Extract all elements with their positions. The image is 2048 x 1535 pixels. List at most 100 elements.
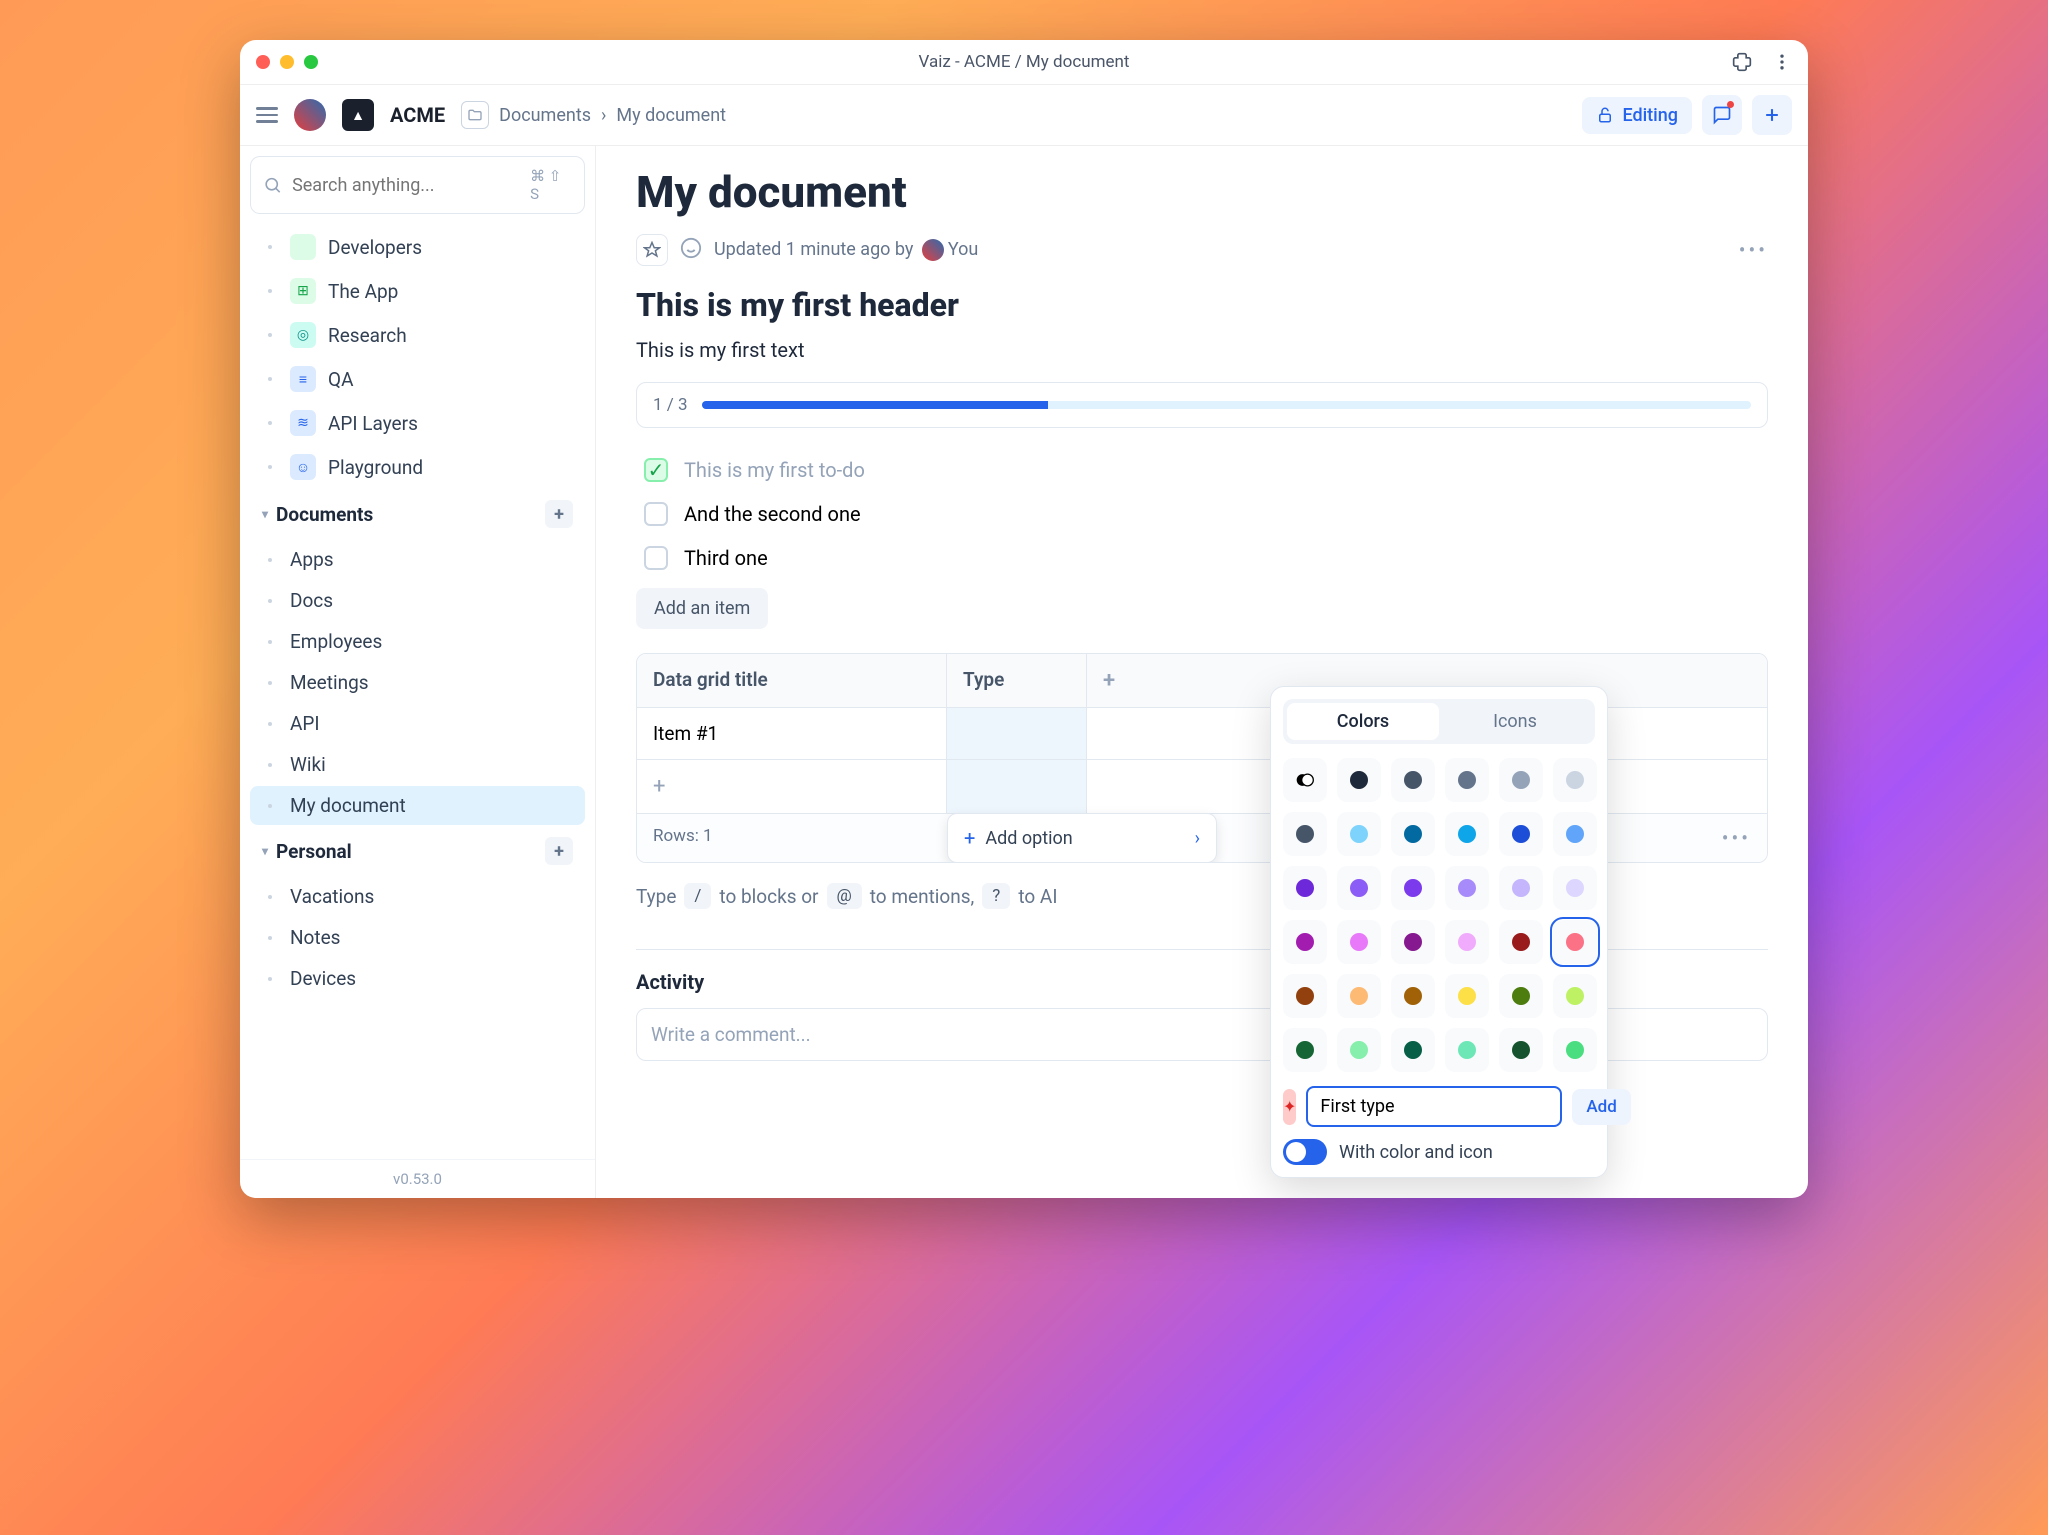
add-row-button[interactable]: + — [637, 760, 947, 813]
color-swatch[interactable] — [1445, 974, 1489, 1018]
breadcrumb-root[interactable]: Documents — [499, 105, 591, 126]
color-swatch[interactable] — [1283, 812, 1327, 856]
color-swatch[interactable] — [1553, 974, 1597, 1018]
folder-icon[interactable] — [461, 101, 489, 129]
grid-cell[interactable]: Item #1 — [637, 708, 947, 759]
sidebar-item[interactable]: Apps — [250, 540, 585, 579]
breadcrumb-current[interactable]: My document — [616, 105, 726, 126]
emoji-button[interactable] — [680, 237, 702, 263]
sidebar-item[interactable]: ☺Playground — [250, 446, 585, 488]
sidebar-item[interactable]: API — [250, 704, 585, 743]
minimize-window[interactable] — [280, 55, 294, 69]
sidebar-item[interactable]: My document — [250, 786, 585, 825]
sidebar-item[interactable]: ≋API Layers — [250, 402, 585, 444]
color-swatch[interactable] — [1391, 920, 1435, 964]
color-swatch[interactable] — [1391, 812, 1435, 856]
color-swatch[interactable] — [1445, 812, 1489, 856]
add-item-icon[interactable]: + — [545, 500, 573, 528]
sidebar-item[interactable]: Docs — [250, 581, 585, 620]
color-swatch[interactable] — [1553, 866, 1597, 910]
sidebar-section-header[interactable]: ▾Documents+ — [250, 490, 585, 538]
sidebar-item[interactable]: Notes — [250, 918, 585, 957]
color-swatch[interactable] — [1391, 758, 1435, 802]
color-swatch[interactable] — [1553, 1028, 1597, 1072]
sidebar-item[interactable]: Devices — [250, 959, 585, 998]
color-swatch[interactable] — [1391, 1028, 1435, 1072]
selected-icon-preview[interactable]: ✦ — [1283, 1089, 1296, 1125]
grid-col-type[interactable]: Type — [947, 654, 1087, 707]
sidebar-item[interactable]: Employees — [250, 622, 585, 661]
more-vertical-icon[interactable] — [1772, 52, 1792, 72]
color-swatch[interactable] — [1499, 974, 1543, 1018]
grid-cell-type[interactable] — [947, 708, 1087, 759]
color-swatch[interactable] — [1499, 758, 1543, 802]
checkbox[interactable] — [644, 502, 668, 526]
tab-colors[interactable]: Colors — [1287, 703, 1439, 740]
document-title[interactable]: My document — [636, 166, 1768, 218]
sidebar-item[interactable]: ≡QA — [250, 358, 585, 400]
add-option-dropdown[interactable]: + Add option › — [947, 813, 1217, 863]
color-swatch[interactable] — [1391, 866, 1435, 910]
heading-1[interactable]: This is my first header — [636, 286, 1768, 324]
color-swatch[interactable] — [1391, 974, 1435, 1018]
close-window[interactable] — [256, 55, 270, 69]
add-item-button[interactable]: Add an item — [636, 588, 768, 629]
checkbox[interactable]: ✓ — [644, 458, 668, 482]
maximize-window[interactable] — [304, 55, 318, 69]
color-swatch[interactable] — [1337, 920, 1381, 964]
color-swatch[interactable] — [1499, 1028, 1543, 1072]
color-swatch[interactable] — [1553, 758, 1597, 802]
paragraph[interactable]: This is my first text — [636, 338, 1768, 362]
color-icon-toggle[interactable] — [1283, 1139, 1327, 1165]
sidebar-item[interactable]: ◎Research — [250, 314, 585, 356]
grid-more-menu[interactable]: ••• — [1722, 826, 1751, 850]
todo-item[interactable]: And the second one — [636, 492, 1768, 536]
sidebar-item[interactable]: Developers — [250, 226, 585, 268]
editing-mode-button[interactable]: Editing — [1582, 97, 1692, 134]
search-box[interactable]: ⌘ ⇧ S — [250, 156, 585, 214]
user-avatar[interactable] — [294, 99, 326, 131]
color-swatch[interactable] — [1337, 812, 1381, 856]
sidebar-item[interactable]: Meetings — [250, 663, 585, 702]
color-swatch[interactable] — [1283, 974, 1327, 1018]
color-swatch[interactable] — [1337, 1028, 1381, 1072]
add-option-button[interactable]: Add — [1572, 1089, 1630, 1125]
sidebar-item[interactable]: Wiki — [250, 745, 585, 784]
more-menu[interactable]: ••• — [1739, 238, 1768, 262]
add-item-icon[interactable]: + — [545, 837, 573, 865]
color-swatch[interactable] — [1553, 920, 1597, 964]
comments-button[interactable] — [1702, 95, 1742, 135]
color-swatch[interactable] — [1445, 1028, 1489, 1072]
search-input[interactable] — [292, 175, 520, 196]
color-swatch[interactable] — [1283, 866, 1327, 910]
add-button[interactable] — [1752, 95, 1792, 135]
color-swatch[interactable] — [1337, 866, 1381, 910]
workspace-name[interactable]: ACME — [390, 103, 445, 127]
color-swatch[interactable] — [1337, 974, 1381, 1018]
color-swatch[interactable] — [1283, 1028, 1327, 1072]
color-swatch[interactable] — [1337, 758, 1381, 802]
sidebar-item[interactable]: Vacations — [250, 877, 585, 916]
checkbox[interactable] — [644, 546, 668, 570]
grid-col-title[interactable]: Data grid title — [637, 654, 947, 707]
todo-item[interactable]: Third one — [636, 536, 1768, 580]
color-swatch[interactable] — [1283, 758, 1327, 802]
tab-icons[interactable]: Icons — [1439, 703, 1591, 740]
sidebar-section-header[interactable]: ▾Personal+ — [250, 827, 585, 875]
color-swatch[interactable] — [1499, 866, 1543, 910]
color-swatch[interactable] — [1499, 812, 1543, 856]
color-swatch[interactable] — [1445, 758, 1489, 802]
option-name-input[interactable] — [1306, 1086, 1562, 1127]
color-swatch[interactable] — [1553, 812, 1597, 856]
todo-item[interactable]: ✓This is my first to-do — [636, 448, 1768, 492]
color-swatch[interactable] — [1445, 920, 1489, 964]
menu-toggle[interactable] — [256, 107, 278, 123]
favorite-button[interactable] — [636, 234, 668, 266]
extension-icon[interactable] — [1732, 52, 1752, 72]
sidebar-item[interactable]: ⊞The App — [250, 270, 585, 312]
type-cell-active[interactable]: + Add option › — [947, 760, 1087, 813]
color-swatch[interactable] — [1445, 866, 1489, 910]
workspace-icon[interactable]: ▲ — [342, 99, 374, 131]
color-swatch[interactable] — [1499, 920, 1543, 964]
color-swatch[interactable] — [1283, 920, 1327, 964]
